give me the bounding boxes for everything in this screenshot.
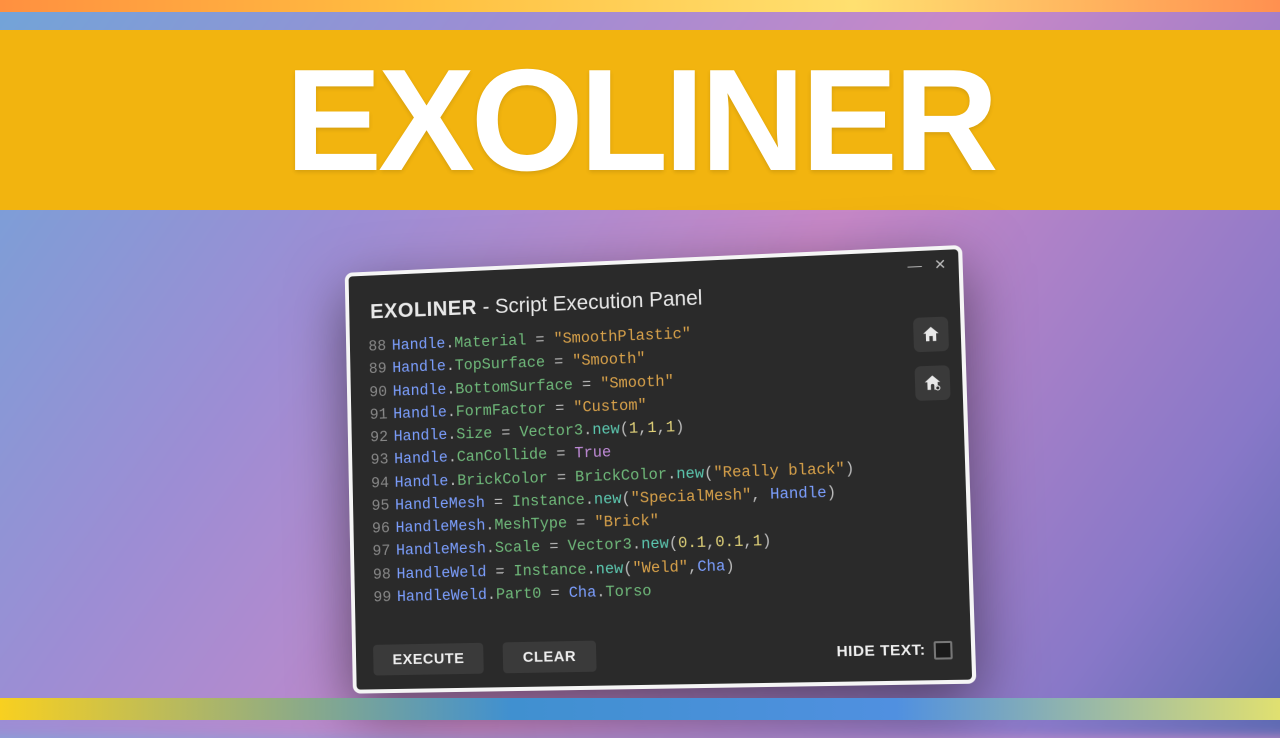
panel-subtitle: - Script Execution Panel: [482, 287, 702, 319]
home-gear-icon: [922, 373, 943, 394]
home-button[interactable]: [913, 317, 949, 353]
title-banner: EXOLINER: [0, 30, 1280, 210]
hide-text-checkbox[interactable]: [934, 640, 953, 659]
home-icon: [920, 324, 941, 345]
home-settings-button[interactable]: [915, 365, 951, 401]
line-number: 91: [361, 403, 388, 427]
minimize-button[interactable]: —: [907, 257, 922, 274]
bottom-accent-line: [0, 698, 1280, 720]
script-execution-panel: — ✕ EXOLINER - Script Execution Panel 88…: [345, 245, 977, 694]
line-number: 92: [361, 426, 388, 450]
close-button[interactable]: ✕: [934, 256, 947, 273]
hide-text-toggle[interactable]: HIDE TEXT:: [836, 640, 952, 661]
code-text: HandleWeld.Part0 = Cha.Torso: [397, 580, 652, 609]
side-toolbar: [913, 317, 951, 401]
line-number: 93: [362, 449, 389, 473]
hide-text-label: HIDE TEXT:: [836, 641, 926, 660]
line-number: 96: [363, 517, 390, 541]
banner-title: EXOLINER: [285, 37, 994, 204]
line-number: 99: [364, 586, 391, 610]
line-number: 88: [359, 335, 386, 359]
execute-button[interactable]: EXECUTE: [373, 643, 484, 676]
line-number: 95: [362, 495, 389, 519]
line-number: 98: [364, 563, 391, 587]
line-number: 90: [360, 381, 387, 405]
line-number: 89: [360, 358, 387, 382]
clear-button[interactable]: CLEAR: [503, 641, 596, 674]
line-number: 94: [362, 472, 389, 496]
line-number: 97: [363, 540, 390, 564]
panel-app-name: EXOLINER: [370, 296, 477, 323]
code-editor[interactable]: 88Handle.Material = "SmoothPlastic"89Han…: [350, 310, 971, 635]
top-accent-line: [0, 0, 1280, 12]
